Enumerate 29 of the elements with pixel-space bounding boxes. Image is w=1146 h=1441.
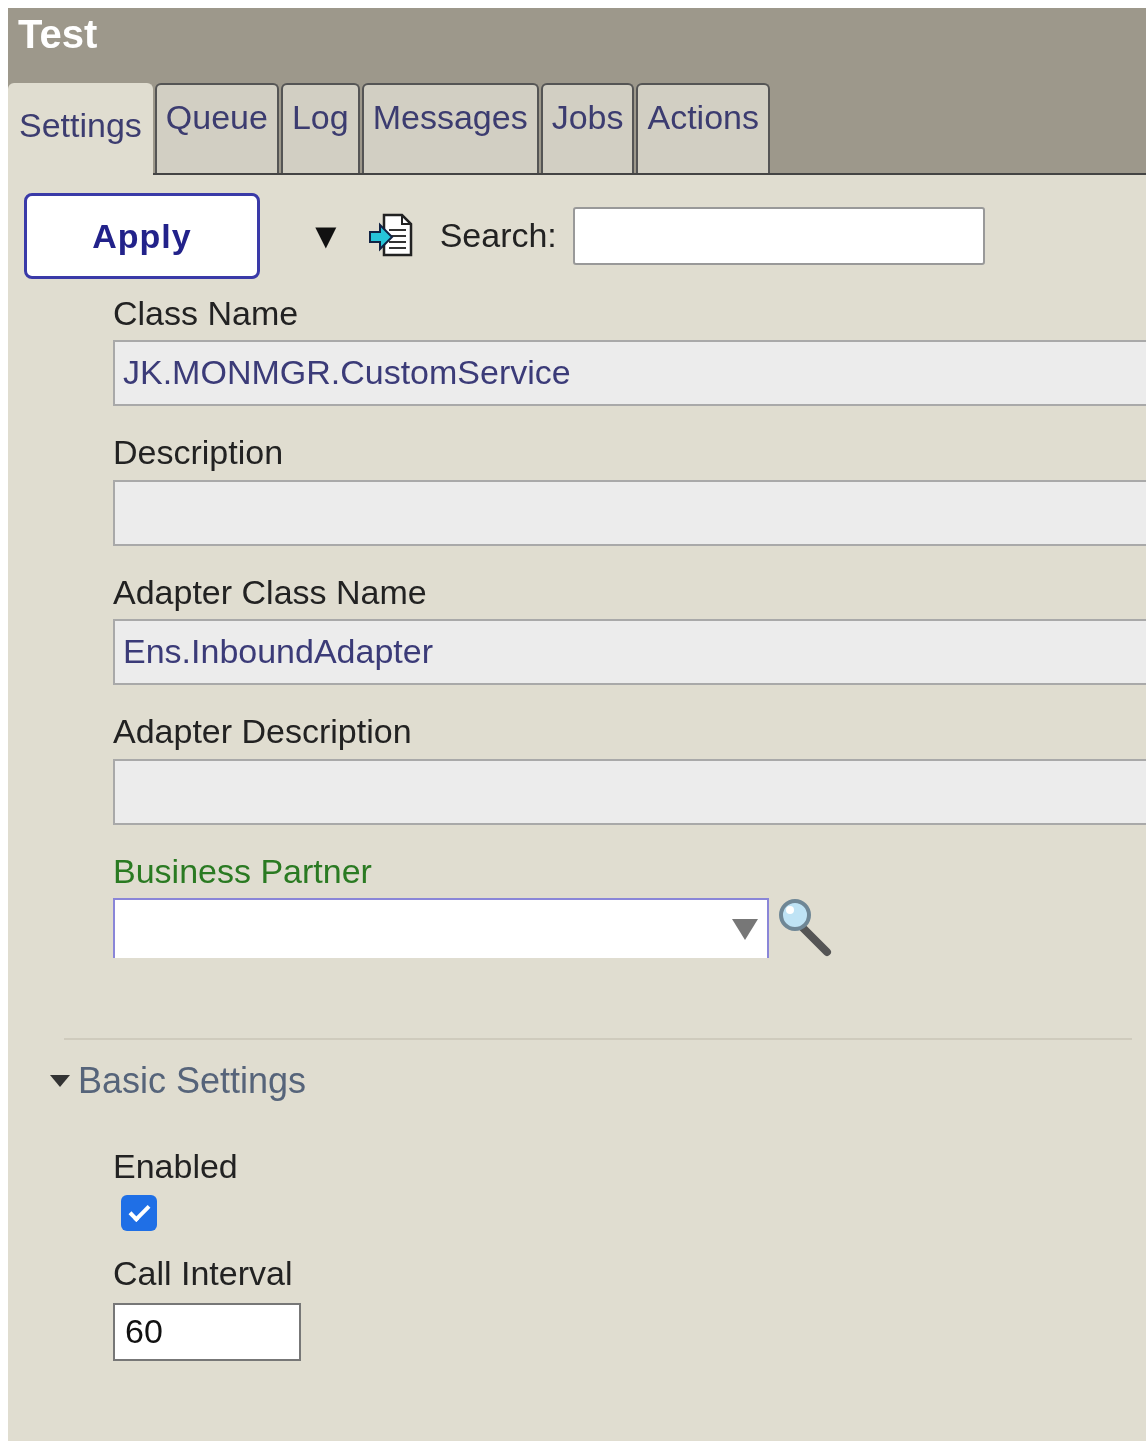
text-field[interactable]: JK.MONMGR.CustomService bbox=[113, 340, 1146, 407]
search-label: Search: bbox=[439, 217, 557, 255]
tab[interactable]: Queue bbox=[154, 83, 279, 173]
magnifier-icon[interactable] bbox=[777, 897, 833, 958]
apply-button[interactable]: Apply bbox=[24, 193, 260, 279]
tab[interactable]: Messages bbox=[361, 83, 539, 173]
text-field[interactable] bbox=[113, 758, 1146, 825]
tab[interactable]: Actions bbox=[636, 83, 770, 173]
checkbox[interactable] bbox=[121, 1195, 157, 1232]
window-title: Test bbox=[8, 8, 1146, 85]
field-label: Adapter Class Name bbox=[113, 573, 428, 612]
dropdown-arrow-icon[interactable] bbox=[731, 916, 759, 941]
dropdown-caret[interactable]: ▼ bbox=[308, 218, 344, 254]
text-field[interactable] bbox=[113, 479, 1146, 546]
text-field[interactable]: Ens.InboundAdapter bbox=[113, 619, 1146, 686]
field-label: Description bbox=[113, 434, 285, 472]
field-label: Adapter Description bbox=[113, 713, 413, 751]
number-field[interactable]: 60 bbox=[113, 1302, 301, 1361]
setting-label: Enabled bbox=[113, 1147, 239, 1186]
setting-label: Call Interval bbox=[113, 1255, 294, 1293]
section-title[interactable]: Basic Settings bbox=[78, 1053, 307, 1108]
section-caret-icon[interactable] bbox=[50, 1073, 70, 1088]
field-label: Business Partner bbox=[113, 852, 373, 890]
tab[interactable]: Jobs bbox=[540, 83, 635, 173]
combo-box[interactable] bbox=[113, 897, 769, 958]
tab[interactable]: Settings bbox=[8, 83, 153, 175]
tab[interactable]: Log bbox=[280, 83, 360, 173]
field-label: Class Name bbox=[113, 295, 300, 333]
search-field[interactable] bbox=[572, 207, 985, 265]
